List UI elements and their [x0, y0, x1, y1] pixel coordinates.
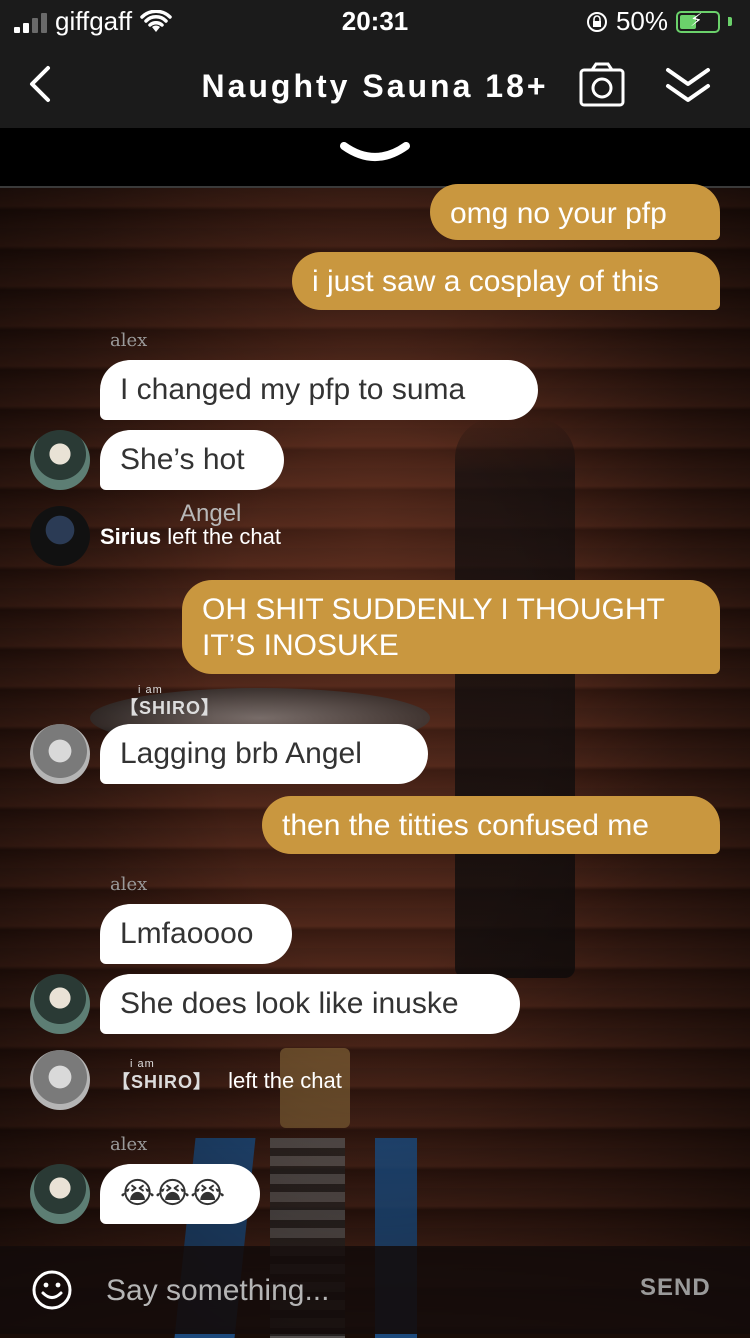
user-avatar[interactable]	[30, 724, 90, 784]
system-message-text: left the chat	[167, 524, 282, 549]
double-chevron-down-icon[interactable]	[662, 62, 714, 110]
chevron-down-icon[interactable]	[338, 138, 412, 174]
system-message-user: Sirius	[100, 524, 162, 549]
battery-icon: ⚡	[676, 10, 720, 33]
battery-tip	[728, 17, 732, 26]
incoming-message[interactable]: Lmfaoooo	[100, 904, 292, 964]
user-avatar[interactable]	[30, 430, 90, 490]
message-sender-name: alex	[110, 874, 148, 895]
system-message: Sirius left the chat	[100, 524, 281, 550]
battery-percent: 50%	[615, 6, 668, 36]
outgoing-message[interactable]: then the titties confused me	[262, 796, 720, 854]
system-message: 【i am SHIRO】 left the chat	[112, 1058, 342, 1094]
incoming-message[interactable]: She does look like inuske	[100, 974, 520, 1034]
incoming-message[interactable]: 😭😭😭	[100, 1164, 260, 1224]
user-avatar[interactable]	[30, 1050, 90, 1110]
scene-drawer-toggle[interactable]	[0, 128, 750, 188]
system-message-user: 【i am SHIRO】	[112, 1058, 213, 1092]
message-input[interactable]	[104, 1268, 608, 1314]
message-sender-name: alex	[110, 330, 148, 351]
user-avatar[interactable]	[30, 1164, 90, 1224]
message-sender-name: alex	[110, 1134, 148, 1155]
user-avatar[interactable]	[30, 974, 90, 1034]
incoming-message[interactable]: She’s hot	[100, 430, 284, 490]
message-sender-name: 【i am SHIRO】	[120, 684, 221, 718]
orientation-lock-icon	[586, 11, 607, 32]
incoming-message[interactable]: Lagging brb Angel	[100, 724, 428, 784]
outgoing-message[interactable]: OH SHIT SUDDENLY I THOUGHT IT’S INOSUKE	[182, 580, 720, 674]
user-avatar[interactable]	[30, 506, 90, 566]
sender-name-tag: SHIRO	[139, 698, 202, 718]
system-message-text: left the chat	[228, 1068, 342, 1093]
emoji-smiley-icon[interactable]	[32, 1270, 72, 1310]
outgoing-message[interactable]: omg no your pfp	[430, 184, 720, 240]
camera-icon[interactable]	[578, 62, 626, 108]
incoming-message[interactable]: I changed my pfp to suma	[100, 360, 538, 420]
chat-room-title: Naughty Sauna 18+	[201, 68, 549, 104]
system-message-user-prefix: i am	[130, 1058, 155, 1070]
outgoing-message[interactable]: i just saw a cosplay of this	[292, 252, 720, 310]
send-button[interactable]: SEND	[640, 1274, 711, 1302]
message-input-bar: SEND	[0, 1246, 750, 1334]
system-message-user-tag: SHIRO	[131, 1072, 194, 1092]
chat-header: Naughty Sauna 18+	[0, 44, 750, 128]
status-bar: giffgaff 20:31 50% ⚡	[0, 0, 750, 44]
sender-name-prefix: i am	[138, 684, 163, 696]
